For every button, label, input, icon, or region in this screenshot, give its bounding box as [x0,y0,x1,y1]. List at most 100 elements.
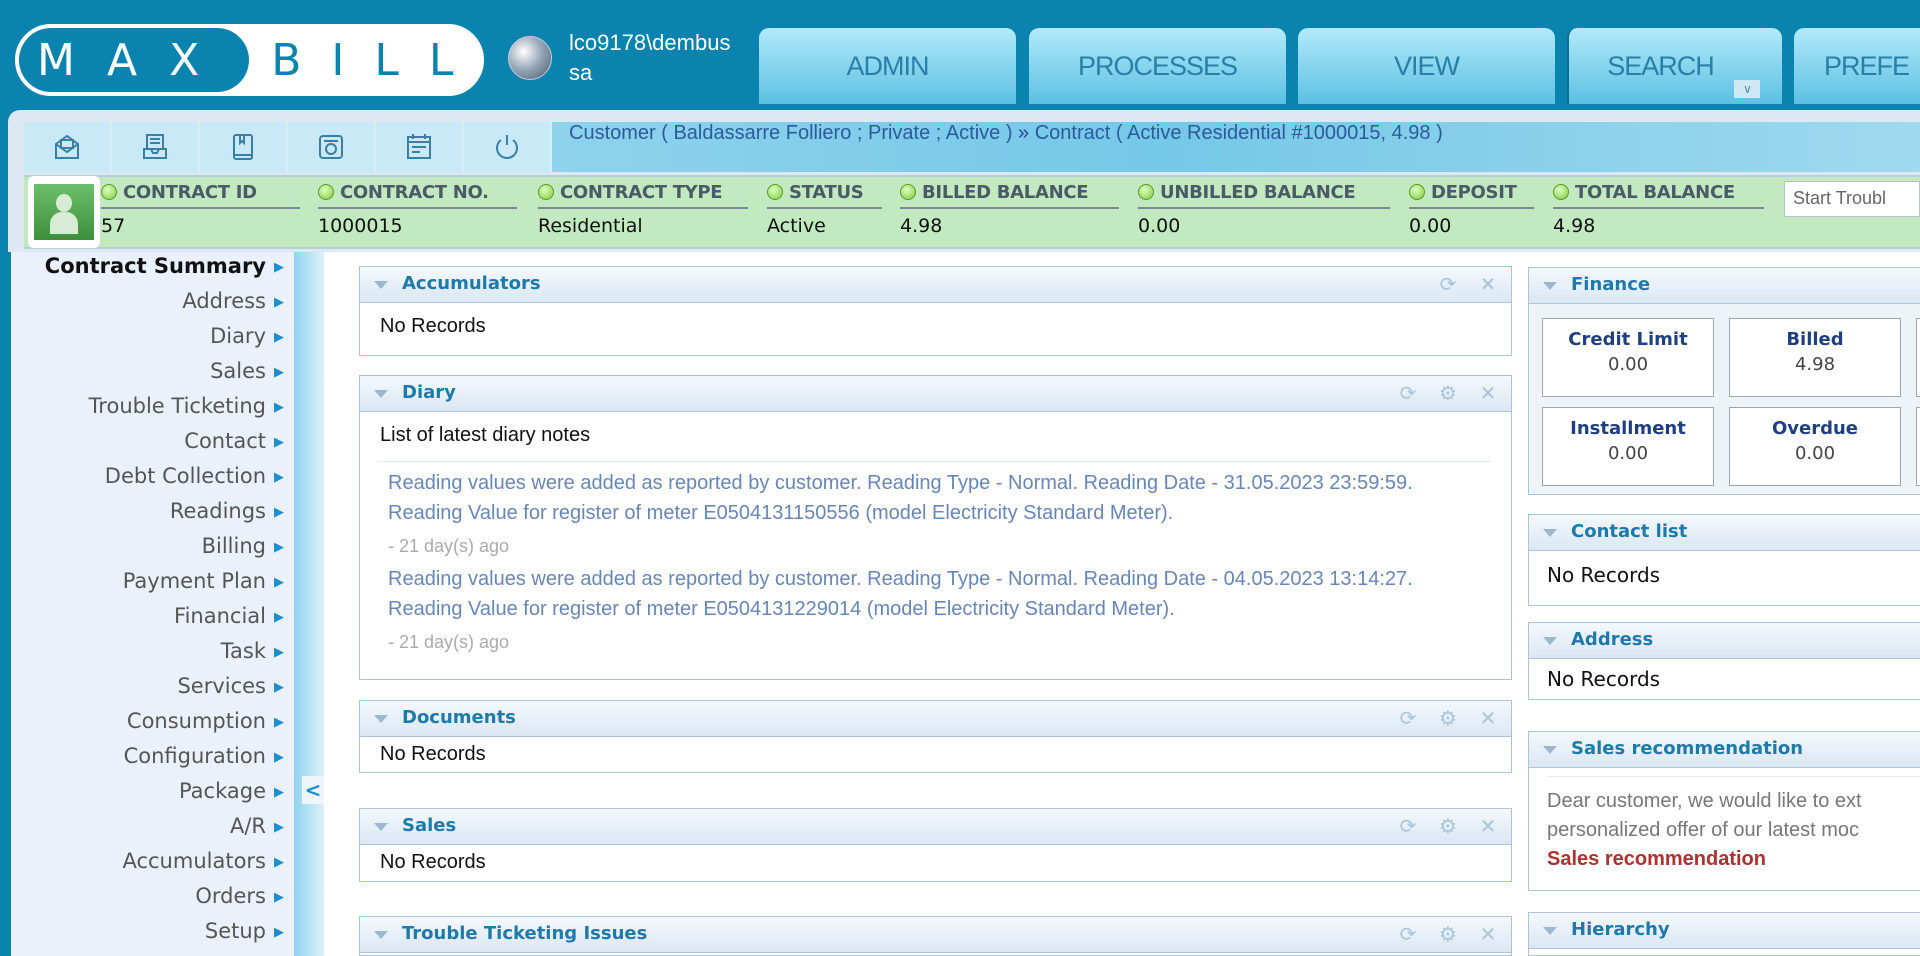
diary-note[interactable]: Reading values were added as reported by… [378,468,1491,528]
widget-title: Accumulators [402,273,541,294]
gear-icon[interactable]: ⚙ [1437,707,1459,729]
no-records-text: No Records [380,743,486,765]
sidebar-item-consumption[interactable]: Consumption ▶ [127,709,284,733]
breadcrumb-separator-icon: » [1018,122,1030,144]
toolbar: Customer ( Baldassarre Folliero ; Privat… [24,122,1920,172]
sidebar-item-contract-summary[interactable]: Contract Summary ▶ [45,254,284,278]
collapse-sidebar-button[interactable]: < [302,776,324,804]
refresh-icon[interactable]: ⟳ [1397,923,1419,945]
gear-icon[interactable]: ⚙ [1437,923,1459,945]
field-value: Residential [538,215,643,237]
close-icon[interactable]: ✕ [1477,273,1499,295]
widget-header[interactable]: Finance [1529,268,1920,304]
gear-icon[interactable]: ⚙ [1437,815,1459,837]
no-records-text: No Records [380,851,486,873]
widget-address: Address No Records [1528,622,1920,700]
tab-label: PROCESSES [1077,50,1238,81]
chevron-right-icon: ▶ [274,750,284,765]
widget-header[interactable]: Contact list [1529,515,1920,551]
sidebar-item-orders[interactable]: Orders ▶ [195,884,284,908]
refresh-icon[interactable]: ⟳ [1437,273,1459,295]
sidebar-item-debt-collection[interactable]: Debt Collection ▶ [105,464,284,488]
sidebar-item-label: Package [178,779,266,803]
tab-view[interactable]: VIEW [1298,28,1555,104]
widget-diary: Diary ⟳ ⚙ ✕ List of latest diary notes Rea… [359,375,1512,680]
book-icon[interactable] [200,122,288,172]
widget-header[interactable]: Trouble Ticketing Issues ⟳ ⚙ ✕ [360,917,1511,953]
content-area: Accumulators ⟳ ✕ No Records Diary ⟳ ⚙ ✕ Lis… [324,252,1920,956]
chevron-right-icon: ▶ [274,890,284,905]
avatar[interactable] [28,176,100,248]
refresh-icon[interactable]: ⟳ [1397,815,1419,837]
sidebar-item-a-r[interactable]: A/R ▶ [230,814,284,838]
card-title: Installment [1570,418,1686,439]
sidebar-item-task[interactable]: Task ▶ [221,639,284,663]
chevron-right-icon: ▶ [274,610,284,625]
sidebar-item-billing[interactable]: Billing ▶ [202,534,284,558]
mail-open-icon[interactable] [24,122,112,172]
refresh-icon[interactable]: ⟳ [1397,382,1419,404]
widget-header[interactable]: Sales ⟳ ⚙ ✕ [360,809,1511,845]
inbox-icon[interactable] [112,122,200,172]
widget-title: Sales [402,815,457,836]
sidebar-item-package[interactable]: Package ▶ [179,779,284,803]
close-icon[interactable]: ✕ [1477,382,1499,404]
sidebar-item-sales[interactable]: Sales ▶ [210,359,284,383]
sidebar-item-label: Billing [201,534,266,558]
start-trouble-ticket-input[interactable]: Start Troubl [1784,181,1920,217]
tab-processes[interactable]: PROCESSES [1029,28,1286,104]
tab-admin[interactable]: ADMIN [759,28,1016,104]
widget-header[interactable]: Diary ⟳ ⚙ ✕ [360,376,1511,412]
sidebar-item-payment-plan[interactable]: Payment Plan ▶ [123,569,284,593]
refresh-icon[interactable]: ⟳ [1397,707,1419,729]
finance-card-credit-limit: Credit Limit 0.00 [1542,318,1714,397]
field-label: BILLED BALANCE [922,182,1089,203]
field-deposit: DEPOSIT 0.00 [1409,182,1534,237]
chevron-right-icon: ▶ [274,645,284,660]
globe-icon[interactable] [508,36,552,80]
chevron-down-icon[interactable]: ∨ [1734,80,1760,98]
field-contract-id: CONTRACT ID 57 [101,182,300,237]
sidebar-item-address[interactable]: Address ▶ [182,289,284,313]
widget-header[interactable]: Documents ⟳ ⚙ ✕ [360,701,1511,737]
tab-label: ADMIN [846,50,930,81]
sales-rec-link[interactable]: Sales recommendation [1547,845,1920,874]
diary-note[interactable]: Reading values were added as reported by… [378,564,1491,624]
widget-header[interactable]: Hierarchy [1529,913,1920,949]
sales-rec-body: Dear customer, we would like to ext pers… [1547,776,1920,874]
camera-icon[interactable] [288,122,376,172]
sidebar-item-label: Financial [174,604,266,628]
field-contract-type: CONTRACT TYPE Residential [538,182,748,237]
sidebar-item-financial[interactable]: Financial ▶ [174,604,284,628]
close-icon[interactable]: ✕ [1477,923,1499,945]
sidebar-item-trouble-ticketing[interactable]: Trouble Ticketing ▶ [89,394,284,418]
tab-label: SEARCH [1607,50,1715,81]
widget-header[interactable]: Accumulators ⟳ ✕ [360,267,1511,303]
widget-header[interactable]: Sales recommendation [1529,732,1920,768]
breadcrumb-contract[interactable]: Contract ( Active Residential #1000015, … [1035,122,1443,144]
chevron-right-icon: ▶ [274,785,284,800]
widget-header[interactable]: Address [1529,623,1920,659]
widget-title: Documents [402,707,516,728]
breadcrumb-customer[interactable]: Customer ( Baldassarre Folliero ; Privat… [569,122,1012,144]
calendar-icon[interactable] [376,122,464,172]
close-icon[interactable]: ✕ [1477,707,1499,729]
sidebar-item-contact[interactable]: Contact ▶ [184,429,284,453]
sidebar-item-configuration[interactable]: Configuration ▶ [124,744,284,768]
sidebar-item-setup[interactable]: Setup ▶ [205,919,284,943]
chevron-right-icon: ▶ [274,925,284,940]
close-icon[interactable]: ✕ [1477,815,1499,837]
sales-rec-text: personalized offer of our latest moc [1547,819,1860,841]
sidebar-item-readings[interactable]: Readings ▶ [170,499,284,523]
chevron-right-icon: ▶ [274,575,284,590]
finance-card-installment: Installment 0.00 [1542,407,1714,486]
gear-icon[interactable]: ⚙ [1437,382,1459,404]
tab-preferences[interactable]: PREFE [1794,28,1920,104]
sidebar-item-services[interactable]: Services ▶ [177,674,284,698]
sidebar-item-diary[interactable]: Diary ▶ [210,324,284,348]
power-icon[interactable] [464,122,552,172]
tab-search[interactable]: SEARCH ∨ [1567,28,1782,104]
sidebar-item-accumulators[interactable]: Accumulators ▶ [122,849,284,873]
sidebar-splitter[interactable] [294,252,324,956]
chevron-right-icon: ▶ [274,855,284,870]
